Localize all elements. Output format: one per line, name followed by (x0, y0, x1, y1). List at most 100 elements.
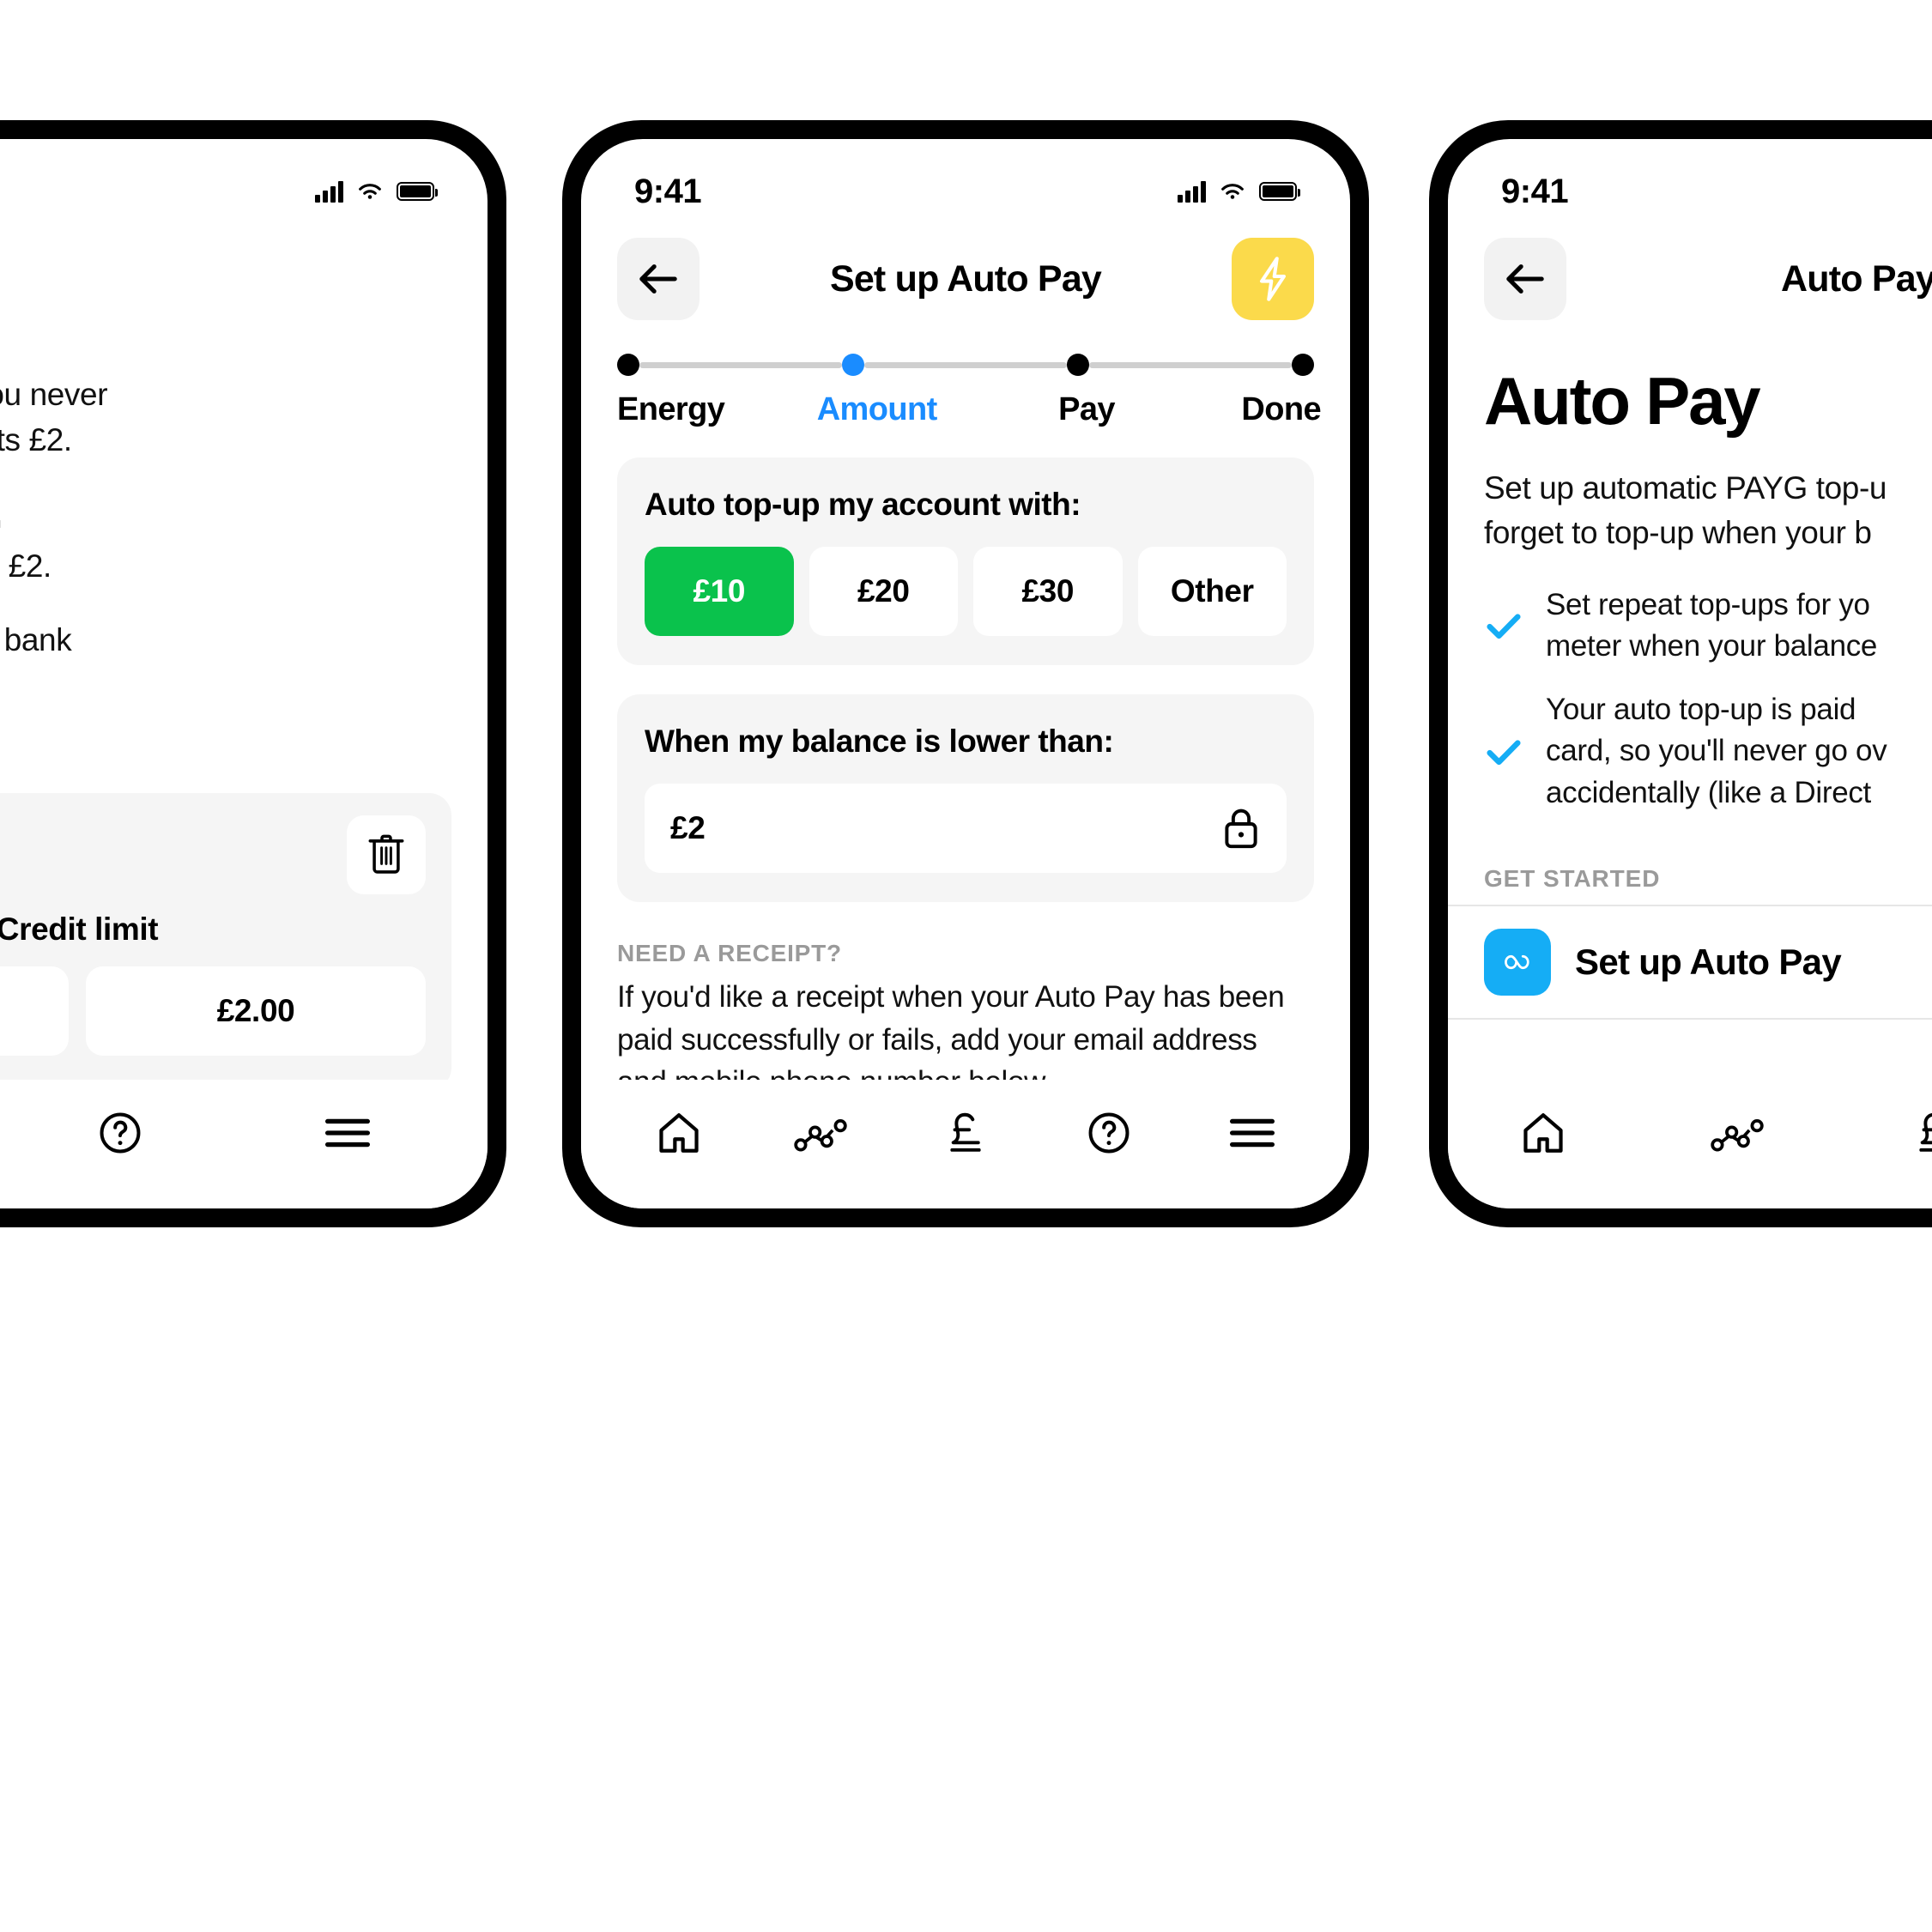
status-icons (315, 180, 438, 203)
tab-bar (581, 1080, 1350, 1208)
step-line-1 (639, 361, 842, 368)
step-dot-done[interactable] (1292, 354, 1314, 376)
wifi-icon (359, 184, 381, 199)
step-line-2 (864, 361, 1067, 368)
step-label-done: Done (1241, 391, 1321, 427)
infinity-icon (1505, 954, 1529, 970)
step-line-3 (1089, 361, 1292, 368)
amount-option-20[interactable]: £20 (809, 547, 958, 636)
balance-threshold-value: £2 (670, 810, 706, 845)
tab-bar (0, 1080, 488, 1208)
tab-usage[interactable] (775, 1093, 869, 1172)
list-item: Set repeat top-ups for yo meter when you… (1484, 584, 1932, 668)
bullet-text: Set repeat top-ups for yo meter when you… (1546, 587, 1878, 663)
stepper-track (617, 354, 1314, 376)
status-bar (0, 139, 488, 218)
phone-center-screen: 9:41 Set up Auto Pay Energy Amount Pay D… (581, 139, 1350, 1208)
signal-icon (1178, 180, 1206, 203)
step-label-amount: Amount (816, 391, 938, 427)
phone-center: 9:41 Set up Auto Pay Energy Amount Pay D… (562, 120, 1369, 1227)
status-time: 9:41 (1501, 172, 1569, 210)
amount-option-other[interactable]: Other (1137, 547, 1287, 636)
amount-options: £10 £20 £30 Other (645, 547, 1287, 636)
balance-threshold-title: When my balance is lower than: (645, 724, 1114, 759)
screenshot-canvas: Auto Pay c PAYG top-ups so you never whe… (0, 0, 1932, 1932)
lock-icon (1225, 809, 1257, 849)
bullet-text-1: op-ups for your PAYG your balance reache… (0, 503, 51, 584)
delete-button[interactable] (347, 815, 426, 894)
balance-threshold-input[interactable]: £2 (645, 784, 1287, 873)
boost-button[interactable] (1232, 238, 1314, 320)
credit-limit-field-right[interactable]: £2.00 (86, 966, 426, 1056)
feature-bullets: Set repeat top-ups for yo meter when you… (1448, 555, 1932, 814)
list-item-label: Set up Auto Pay (1575, 942, 1842, 983)
nav-bar: Auto Pay (1448, 218, 1932, 321)
tab-bar (1448, 1080, 1932, 1208)
amount-option-10[interactable]: £10 (645, 547, 794, 636)
bullet-text: Your auto top-up is paid card, so you'll… (1546, 693, 1887, 809)
help-circle-icon (100, 1112, 141, 1154)
battery-icon (1259, 182, 1300, 201)
back-arrow-icon (1506, 264, 1544, 294)
step-dot-pay[interactable] (1067, 354, 1089, 376)
phone-left-content: c PAYG top-ups so you never when your ba… (0, 372, 488, 1090)
menu-icon (1230, 1118, 1275, 1148)
step-label-pay: Pay (1058, 391, 1115, 427)
page-title: Auto Pay (1781, 257, 1932, 300)
status-bar: 9:41 (1448, 139, 1932, 218)
tab-menu[interactable] (1205, 1093, 1299, 1172)
check-icon (1487, 614, 1521, 639)
usage-graph-icon (1711, 1119, 1764, 1152)
nav-bar: Auto Pay (0, 218, 488, 321)
nav-bar: Set up Auto Pay (581, 218, 1350, 321)
progress-stepper: Energy Amount Pay Done (581, 321, 1350, 428)
pound-icon (950, 1112, 981, 1152)
step-dot-amount[interactable] (842, 354, 864, 376)
credit-limit-label: Credit limit (0, 911, 159, 947)
back-button[interactable] (617, 238, 700, 320)
tab-help[interactable] (73, 1093, 167, 1172)
back-button[interactable] (1484, 238, 1566, 320)
tab-home[interactable] (1496, 1093, 1590, 1172)
credit-limit-fields: £2.00 (0, 966, 426, 1056)
phone-right: 9:41 Auto Pay Auto Pay Set up automatic … (1429, 120, 1932, 1227)
tab-usage[interactable] (1692, 1093, 1786, 1172)
menu-icon (325, 1118, 371, 1148)
back-arrow-icon (639, 264, 677, 294)
step-dot-energy[interactable] (617, 354, 639, 376)
pound-icon (1919, 1112, 1932, 1152)
balance-threshold-card: When my balance is lower than: £2 (617, 694, 1314, 902)
bullet-text-2: p-up is paid with your bank ll never go … (3, 622, 72, 658)
tab-payments[interactable] (1887, 1093, 1932, 1172)
amount-option-30[interactable]: £30 (973, 547, 1123, 636)
list-item-set-up-auto-pay[interactable]: Set up Auto Pay (1448, 905, 1932, 1021)
tab-menu[interactable] (300, 1093, 395, 1172)
page-title: Auto Pay (0, 258, 451, 300)
get-started-eyebrow: GET STARTED (1484, 865, 1661, 893)
signal-icon (315, 180, 343, 203)
phone-left: Auto Pay c PAYG top-ups so you never whe… (0, 120, 506, 1227)
intro-paragraph: Set up automatic PAYG top-u forget to to… (1484, 470, 1887, 550)
battery-icon (397, 182, 438, 201)
home-icon (1523, 1113, 1563, 1153)
lightning-bolt-icon (1260, 257, 1286, 301)
tab-home[interactable] (632, 1093, 726, 1172)
help-circle-icon (1088, 1112, 1130, 1154)
tab-payments[interactable] (918, 1093, 1013, 1172)
credit-limit-field-left[interactable] (0, 966, 69, 1056)
trash-icon (368, 834, 404, 874)
infinity-icon-badge (1484, 929, 1551, 996)
tab-help[interactable] (1062, 1093, 1156, 1172)
credit-limit-card: Credit limit £2.00 (0, 792, 451, 1090)
step-label-energy: Energy (617, 391, 725, 427)
topup-amount-card: Auto top-up my account with: £10 £20 £30… (617, 457, 1314, 665)
list-item: Your auto top-up is paid card, so you'll… (1484, 689, 1932, 814)
phone-right-screen: 9:41 Auto Pay Auto Pay Set up automatic … (1448, 139, 1932, 1208)
status-time: 9:41 (634, 172, 702, 210)
screen-heading: Auto Pay (1484, 363, 1761, 439)
wifi-icon (1221, 184, 1244, 199)
home-icon (658, 1113, 699, 1153)
usage-graph-icon (794, 1119, 847, 1152)
phone-left-screen: Auto Pay c PAYG top-ups so you never whe… (0, 139, 488, 1208)
topup-amount-title: Auto top-up my account with: (645, 487, 1081, 522)
